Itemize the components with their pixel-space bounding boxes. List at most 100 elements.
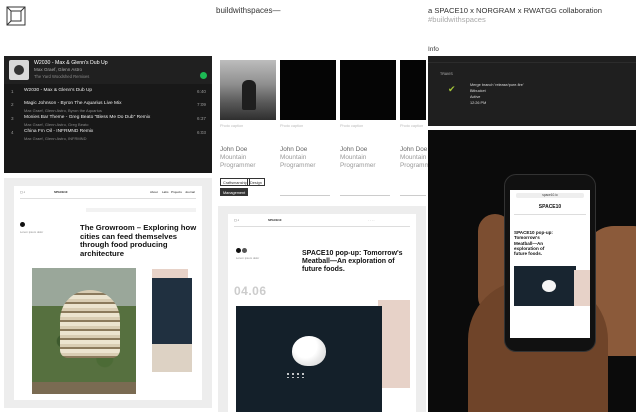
screen-photo bbox=[514, 266, 576, 306]
person-role: Mountain bbox=[340, 154, 367, 161]
nav-item: About bbox=[150, 190, 158, 194]
site-title[interactable]: buildwithspaces— bbox=[216, 6, 280, 15]
photo-caption: Photo caption bbox=[220, 124, 244, 128]
article-headline: The Growroom – Exploring how cities can … bbox=[80, 223, 197, 258]
author-avatar bbox=[236, 248, 241, 253]
track-duration: 6:37 bbox=[197, 116, 206, 121]
player-header: W2030 - Max & Glenn's Dub Up Max Graef, … bbox=[4, 56, 212, 84]
nav-links: · · · · bbox=[368, 218, 375, 222]
tag-button[interactable]: Craftsmanship bbox=[220, 178, 251, 186]
photo-caption: Photo caption bbox=[280, 124, 304, 128]
now-playing-title: W2030 - Max & Glenn's Dub Up bbox=[34, 60, 108, 66]
logo-icon[interactable] bbox=[6, 6, 26, 26]
person-photo[interactable] bbox=[280, 60, 336, 120]
tag-button[interactable]: Management bbox=[220, 188, 249, 196]
nav-logo: ▢ ⌕ bbox=[234, 218, 240, 222]
person-name: John Doe bbox=[280, 146, 308, 153]
screen-headline: SPACE10 pop-up: Tomorrow's Meatball—An e… bbox=[514, 230, 553, 257]
build-time: 12:26 PM bbox=[470, 101, 487, 105]
track-number: 4 bbox=[11, 130, 14, 135]
divider bbox=[20, 198, 196, 199]
nav-item: Journal bbox=[185, 190, 195, 194]
person-name: John Doe bbox=[400, 146, 428, 153]
person-name: John Doe bbox=[220, 146, 248, 153]
track-title: W2030 - Max & Glenn's Dub Up bbox=[24, 88, 93, 93]
article-preview-meatball[interactable]: ▢ ⌕ SPACE10 · · · · Lorem ipsum dolor SP… bbox=[218, 206, 426, 412]
photo-caption: Photo caption bbox=[340, 124, 364, 128]
nav-item: Projects bbox=[171, 190, 182, 194]
nav-brand: SPACE10 bbox=[268, 218, 282, 222]
person-photo[interactable] bbox=[220, 60, 276, 120]
person-title: Programmer bbox=[280, 162, 316, 169]
address-bar[interactable]: space10.io bbox=[516, 193, 584, 198]
divider bbox=[234, 226, 410, 227]
person-role: Mountain bbox=[220, 154, 247, 161]
article-headline: SPACE10 pop-up: Tomorrow's Meatball—An e… bbox=[302, 250, 403, 273]
info-link[interactable]: Info bbox=[428, 46, 439, 53]
divider bbox=[280, 195, 330, 196]
image-block bbox=[152, 278, 192, 344]
person-photo[interactable] bbox=[400, 60, 426, 120]
article-page: ▢ ⌕ SPACE10 About Labs Projects Journal … bbox=[14, 186, 202, 400]
spotify-player-panel: W2030 - Max & Glenn's Dub Up Max Graef, … bbox=[4, 56, 212, 173]
divider bbox=[340, 195, 390, 196]
person-name: John Doe bbox=[340, 146, 368, 153]
article-page: ▢ ⌕ SPACE10 · · · · Lorem ipsum dolor SP… bbox=[228, 214, 416, 412]
phone-screen: space10.io SPACE10 SPACE10 pop-up: Tomor… bbox=[510, 190, 590, 338]
collab-description: a SPACE10 x NORGRAM x RWATGG collaborati… bbox=[428, 6, 638, 24]
track-row[interactable]: 4 China Fm Oil - INFRMND Remix Max Graef… bbox=[4, 128, 212, 142]
person-title: Programmer bbox=[340, 162, 376, 169]
image-block bbox=[152, 344, 192, 372]
meatball-photo bbox=[236, 306, 382, 412]
divider bbox=[400, 195, 426, 196]
track-artists: Max Graef, Glenn Astro, INFRMND bbox=[24, 136, 87, 141]
commit-message: Merge branch 'release/pure-fire' bbox=[470, 83, 524, 87]
now-playing-artist: Max Graef, Glenn Astro bbox=[34, 67, 82, 72]
track-duration: 6:40 bbox=[197, 89, 206, 94]
author-avatar bbox=[20, 222, 25, 227]
track-number: 3 bbox=[11, 116, 14, 121]
person-photo[interactable] bbox=[340, 60, 396, 120]
people-panel: Photo caption Photo caption Photo captio… bbox=[218, 56, 436, 206]
commit-source: Bitbucket bbox=[470, 89, 486, 93]
byline: Lorem ipsum dolor bbox=[236, 256, 260, 260]
track-title: Monies Bar Theme - Greg Beato "Bless Me … bbox=[24, 115, 151, 120]
track-row[interactable]: 3 Monies Bar Theme - Greg Beato "Bless M… bbox=[4, 114, 212, 128]
person-role: Mountain bbox=[400, 154, 427, 161]
person-role: Mountain bbox=[280, 154, 307, 161]
track-number: 1 bbox=[11, 89, 14, 94]
nav-item: Labs bbox=[162, 190, 169, 194]
track-artists: Max Graef, Glenn Astro, Byron the Aquari… bbox=[24, 108, 102, 113]
spotify-icon[interactable] bbox=[200, 72, 207, 79]
track-title: Magic Johnson - Byron The Aquarius Live … bbox=[24, 101, 122, 106]
track-artists: Max Graef, Glenn Astro, Greg Beato bbox=[24, 122, 89, 127]
track-row[interactable]: 1 W2030 - Max & Glenn's Dub Up 6:40 bbox=[4, 87, 212, 101]
nav-brand: SPACE10 bbox=[54, 190, 68, 194]
nav-logo: ▢ ⌕ bbox=[20, 190, 26, 194]
ci-label: TRAVIS bbox=[440, 72, 453, 76]
screen-brand: SPACE10 bbox=[538, 204, 562, 210]
check-icon: ✔ bbox=[448, 84, 456, 94]
date-number: 04.06 bbox=[234, 284, 267, 298]
collab-text: a SPACE10 x NORGRAM x RWATGG collaborati… bbox=[428, 6, 603, 15]
divider bbox=[428, 62, 636, 63]
build-state: Active bbox=[470, 95, 481, 99]
excerpt-line bbox=[86, 208, 196, 212]
byline: Lorem ipsum dolor bbox=[20, 230, 44, 234]
track-duration: 7:09 bbox=[197, 102, 206, 107]
track-title: China Fm Oil - INFRMND Remix bbox=[24, 129, 94, 134]
album-cover bbox=[9, 60, 29, 80]
growroom-photo bbox=[32, 268, 136, 394]
author-avatar bbox=[242, 248, 247, 253]
person-title: Programmer bbox=[220, 162, 256, 169]
now-playing-album: The Yard Woodshed Remixes bbox=[34, 74, 90, 79]
article-preview-growroom[interactable]: ▢ ⌕ SPACE10 About Labs Projects Journal … bbox=[4, 178, 212, 408]
hashtag-link[interactable]: #buildwithspaces bbox=[428, 15, 486, 24]
track-number: 2 bbox=[11, 102, 14, 107]
divider bbox=[514, 214, 586, 215]
image-block bbox=[574, 270, 590, 306]
image-block bbox=[378, 300, 410, 388]
track-duration: 6:03 bbox=[197, 130, 206, 135]
track-row[interactable]: 2 Magic Johnson - Byron The Aquarius Liv… bbox=[4, 100, 212, 114]
tag-button[interactable]: Design bbox=[247, 178, 265, 186]
